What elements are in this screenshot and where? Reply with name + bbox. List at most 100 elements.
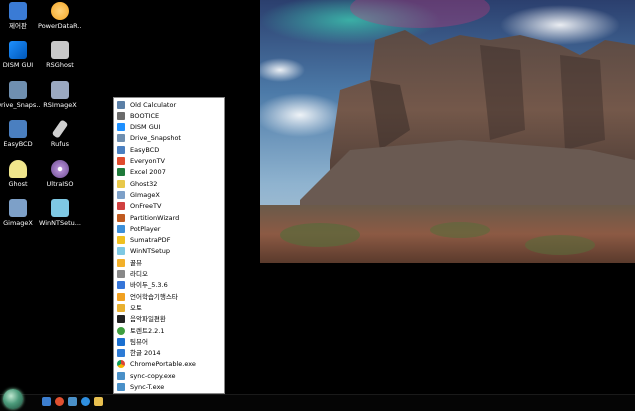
play-icon <box>117 224 125 233</box>
auto-icon <box>117 303 125 312</box>
menu-item-music-file-convert[interactable]: 음악파일편환 <box>114 314 224 325</box>
menu-item-label: ChromePortable.exe <box>130 360 196 369</box>
radio-icon <box>117 270 125 278</box>
desktop-icon-label: WinNTSetu... <box>38 219 82 227</box>
desktop-icon-winntsetup[interactable]: WinNTSetu... <box>38 199 82 227</box>
desktop-icon-label: 제어판 <box>9 22 27 30</box>
start-orb-icon[interactable] <box>3 389 23 409</box>
calculator-icon <box>117 100 125 109</box>
desktop-icon-label: GimageX <box>3 219 33 227</box>
menu-item-label: EveryonTV <box>130 157 165 165</box>
menu-item-torrent[interactable]: 토렌트2.2.1 <box>114 325 224 336</box>
menu-item-old-calculator[interactable]: Old Calculator <box>114 99 224 110</box>
drive-snapshot-icon <box>117 134 125 143</box>
desktop-icon-rsimagex[interactable]: RSImageX <box>38 81 82 109</box>
menu-item-label: WinNTSetup <box>130 247 170 256</box>
baidu-icon <box>117 281 125 290</box>
rsghost-icon <box>51 41 69 59</box>
menu-item-partitionwizard[interactable]: PartitionWizard <box>114 212 224 223</box>
desktop-icon-label: Drive_Snaps... <box>0 101 40 109</box>
menu-item-label: 토렌트2.2.1 <box>130 326 165 335</box>
menu-item-language-star[interactable]: 언어학습기행스타 <box>114 291 224 302</box>
menu-item-potplayer[interactable]: PotPlayer <box>114 223 224 234</box>
menu-item-bootice[interactable]: BOOTICE <box>114 110 224 121</box>
desktop-icon-control-panel[interactable]: 제어판 <box>0 2 40 30</box>
desktop-icon-label: RSGhost <box>46 61 74 69</box>
honeyview-icon <box>117 258 125 267</box>
sync-t-icon <box>117 383 125 391</box>
winntsetup-icon <box>51 199 69 217</box>
teamviewer-icon <box>117 337 125 346</box>
chrome-icon <box>117 360 125 369</box>
menu-item-honeyview[interactable]: 꿀뷰 <box>114 257 224 268</box>
desktop-icon-label: UltraISO <box>46 180 74 188</box>
winntsetup-icon <box>117 247 125 256</box>
desktop-icon-easybcd[interactable]: EasyBCD <box>0 120 40 148</box>
menu-item-drive-snapshot[interactable]: Drive_Snapshot <box>114 133 224 144</box>
desktop-icon-label: Ghost <box>8 180 28 188</box>
menu-item-sync-copy[interactable]: sync-copy.exe <box>114 370 224 381</box>
desktop-icon-drive-snapshot[interactable]: Drive_Snaps... <box>0 81 40 109</box>
internet-explorer-icon[interactable] <box>81 397 90 406</box>
menu-item-dism-gui[interactable]: DISM GUI <box>114 122 224 133</box>
easybcd-icon <box>117 145 125 154</box>
menu-item-label: PotPlayer <box>130 224 161 233</box>
desktop-icon-ultraiso[interactable]: UltraISO <box>38 160 82 188</box>
menu-item-winntsetup[interactable]: WinNTSetup <box>114 246 224 257</box>
desktop-icon-dism-gui[interactable]: DISM GUI <box>0 41 40 69</box>
media-player-icon[interactable] <box>55 397 64 406</box>
drive-snapshot-icon <box>9 81 27 99</box>
explorer-icon[interactable] <box>68 397 77 406</box>
menu-item-label: BOOTICE <box>130 111 160 120</box>
menu-item-auto[interactable]: 오토 <box>114 302 224 313</box>
desktop-icon[interactable] <box>42 397 51 406</box>
menu-item-label: 바이두_5.3.6 <box>130 281 168 290</box>
rsimagex-icon <box>51 81 69 99</box>
torrent-icon <box>117 326 125 335</box>
gimagex-icon <box>117 190 125 199</box>
menu-item-ghost32[interactable]: Ghost32 <box>114 178 224 189</box>
menu-item-label: 언어학습기행스타 <box>130 292 178 301</box>
excel-icon <box>117 168 125 177</box>
desktop-icon-label: RSImageX <box>43 101 77 109</box>
menu-item-label: 꿀뷰 <box>130 258 142 267</box>
menu-item-label: DISM GUI <box>130 123 161 132</box>
ghost-icon <box>9 160 27 178</box>
language-star-icon <box>117 292 125 301</box>
desktop-icon-rsghost[interactable]: RSGhost <box>38 41 82 69</box>
menu-item-teamviewer[interactable]: 팀뷰어 <box>114 336 224 347</box>
menu-item-label: 팀뷰어 <box>130 337 148 346</box>
menu-item-easybcd[interactable]: EasyBCD <box>114 144 224 155</box>
menu-item-label: Old Calculator <box>130 100 177 109</box>
desktop-icon-powerdatarecovery[interactable]: PowerDataR... <box>38 2 82 30</box>
menu-item-baidu[interactable]: 바이두_5.3.6 <box>114 280 224 291</box>
menu-item-excel-2007[interactable]: Excel 2007 <box>114 167 224 178</box>
folder-icon[interactable] <box>94 397 103 406</box>
menu-item-label: OnFreeTV <box>130 202 162 211</box>
menu-item-everyontv[interactable]: EveryonTV <box>114 156 224 167</box>
desktop-icon-ghost[interactable]: Ghost <box>0 160 40 188</box>
pdf-icon <box>117 236 125 245</box>
desktop-icon-rufus[interactable]: Rufus <box>38 119 82 148</box>
menu-item-sumatrapdf[interactable]: SumatraPDF <box>114 235 224 246</box>
menu-item-onfreetv[interactable]: OnFreeTV <box>114 201 224 212</box>
desktop-wallpaper <box>260 0 635 263</box>
menu-item-chrome-portable[interactable]: ChromePortable.exe <box>114 359 224 370</box>
partition-wizard-icon <box>117 213 125 222</box>
menu-item-label: 한글 2014 <box>130 349 161 358</box>
windows-logo-icon <box>9 41 27 59</box>
menu-item-label: Sync-T.exe <box>130 383 165 391</box>
menu-item-sync-t[interactable]: Sync-T.exe <box>114 382 224 393</box>
power-data-recovery-icon <box>51 2 69 20</box>
control-panel-icon <box>9 2 27 20</box>
menu-item-gimagex[interactable]: GImageX <box>114 189 224 200</box>
start-menu: Old Calculator BOOTICE DISM GUI Drive_Sn… <box>113 97 225 394</box>
menu-item-label: EasyBCD <box>130 145 160 154</box>
menu-item-label: 음악파일편환 <box>130 315 166 324</box>
menu-item-label: 라디오 <box>130 270 148 278</box>
menu-item-radio[interactable]: 라디오 <box>114 269 224 280</box>
menu-item-label: Excel 2007 <box>130 168 166 177</box>
menu-item-hangul-2014[interactable]: 한글 2014 <box>114 348 224 359</box>
desktop-icon-gimagex[interactable]: GimageX <box>0 199 40 227</box>
menu-item-label: Drive_Snapshot <box>130 134 181 143</box>
